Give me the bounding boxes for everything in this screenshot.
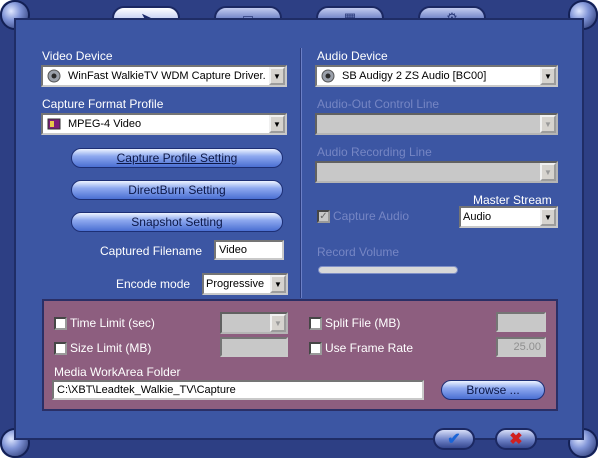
directburn-setting-label: DirectBurn Setting <box>128 183 226 197</box>
chevron-down-icon[interactable]: ▼ <box>270 275 286 293</box>
video-device-label: Video Device <box>42 49 113 63</box>
media-workarea-folder-input[interactable]: C:\XBT\Leadtek_Walkie_TV\Capture <box>52 380 424 400</box>
audio-recording-line-select[interactable]: ▼ <box>315 161 558 183</box>
media-workarea-folder-label: Media WorkArea Folder <box>54 365 181 379</box>
video-device-value: WinFast WalkieTV WDM Capture Driver. <box>68 70 266 82</box>
chevron-down-icon[interactable]: ▼ <box>540 115 556 133</box>
split-file-label: Split File (MB) <box>325 316 401 330</box>
film-icon <box>46 116 62 132</box>
audio-device-label: Audio Device <box>317 49 388 63</box>
record-volume-label: Record Volume <box>317 245 400 259</box>
close-icon: ✖ <box>509 431 523 448</box>
capture-format-profile-value: MPEG-4 Video <box>68 118 142 130</box>
audio-device-value: SB Audigy 2 ZS Audio [BC00] <box>342 70 487 82</box>
frame-rate-input[interactable]: 25.00 <box>496 337 546 357</box>
snapshot-setting-label: Snapshot Setting <box>131 215 223 229</box>
audio-device-select[interactable]: SB Audigy 2 ZS Audio [BC00] ▼ <box>315 65 558 87</box>
check-icon: ✓ <box>317 209 330 223</box>
capture-audio-checkbox[interactable]: ✓ Capture Audio <box>317 209 409 223</box>
size-limit-label: Size Limit (MB) <box>70 341 152 355</box>
time-limit-select[interactable]: ▼ <box>220 312 288 334</box>
split-file-checkbox[interactable]: Split File (MB) <box>309 316 400 330</box>
time-limit-label: Time Limit (sec) <box>70 316 155 330</box>
audio-out-control-line-label: Audio-Out Control Line <box>317 97 440 111</box>
master-stream-value: Audio <box>463 211 492 223</box>
capture-format-profile-select[interactable]: MPEG-4 Video ▼ <box>41 113 287 135</box>
time-limit-checkbox[interactable]: Time Limit (sec) <box>54 316 155 330</box>
browse-label: Browse ... <box>466 383 520 397</box>
audio-out-control-line-select[interactable]: ▼ <box>315 113 558 135</box>
capture-audio-label: Capture Audio <box>333 209 410 223</box>
split-file-input[interactable] <box>496 312 546 332</box>
encode-mode-select[interactable]: Progressive ▼ <box>202 273 288 295</box>
master-stream-label: Master Stream <box>473 193 552 207</box>
browse-button[interactable]: Browse ... <box>441 380 545 400</box>
capture-profile-setting-button[interactable]: Capture Profile Setting <box>71 148 283 168</box>
captured-filename-label: Captured Filename <box>100 244 203 258</box>
cancel-button[interactable]: ✖ <box>495 428 537 450</box>
captured-filename-input[interactable]: Video <box>214 240 284 260</box>
chevron-down-icon[interactable]: ▼ <box>270 314 286 332</box>
ok-button[interactable]: ✔ <box>433 428 475 450</box>
audio-recording-line-label: Audio Recording Line <box>317 145 432 159</box>
speaker-icon <box>320 68 336 84</box>
webcam-icon <box>46 68 62 84</box>
size-limit-checkbox[interactable]: Size Limit (MB) <box>54 341 151 355</box>
checkmark-icon: ✔ <box>447 431 461 448</box>
size-limit-input[interactable] <box>220 337 288 357</box>
capture-format-profile-label: Capture Format Profile <box>42 97 164 111</box>
master-stream-select[interactable]: Audio ▼ <box>459 206 558 228</box>
record-volume-slider[interactable] <box>318 266 458 274</box>
video-device-select[interactable]: WinFast WalkieTV WDM Capture Driver. ▼ <box>41 65 287 87</box>
encode-mode-label: Encode mode <box>116 277 191 291</box>
chevron-down-icon[interactable]: ▼ <box>540 163 556 181</box>
directburn-setting-button[interactable]: DirectBurn Setting <box>71 180 283 200</box>
use-frame-rate-label: Use Frame Rate <box>325 341 414 355</box>
use-frame-rate-checkbox[interactable]: Use Frame Rate <box>309 341 413 355</box>
snapshot-setting-button[interactable]: Snapshot Setting <box>71 212 283 232</box>
chevron-down-icon[interactable]: ▼ <box>269 67 285 85</box>
capture-profile-setting-label: Capture Profile Setting <box>116 151 238 165</box>
chevron-down-icon[interactable]: ▼ <box>540 67 556 85</box>
encode-mode-value: Progressive <box>206 278 265 290</box>
chevron-down-icon[interactable]: ▼ <box>269 115 285 133</box>
column-divider <box>300 48 302 298</box>
chevron-down-icon[interactable]: ▼ <box>540 208 556 226</box>
